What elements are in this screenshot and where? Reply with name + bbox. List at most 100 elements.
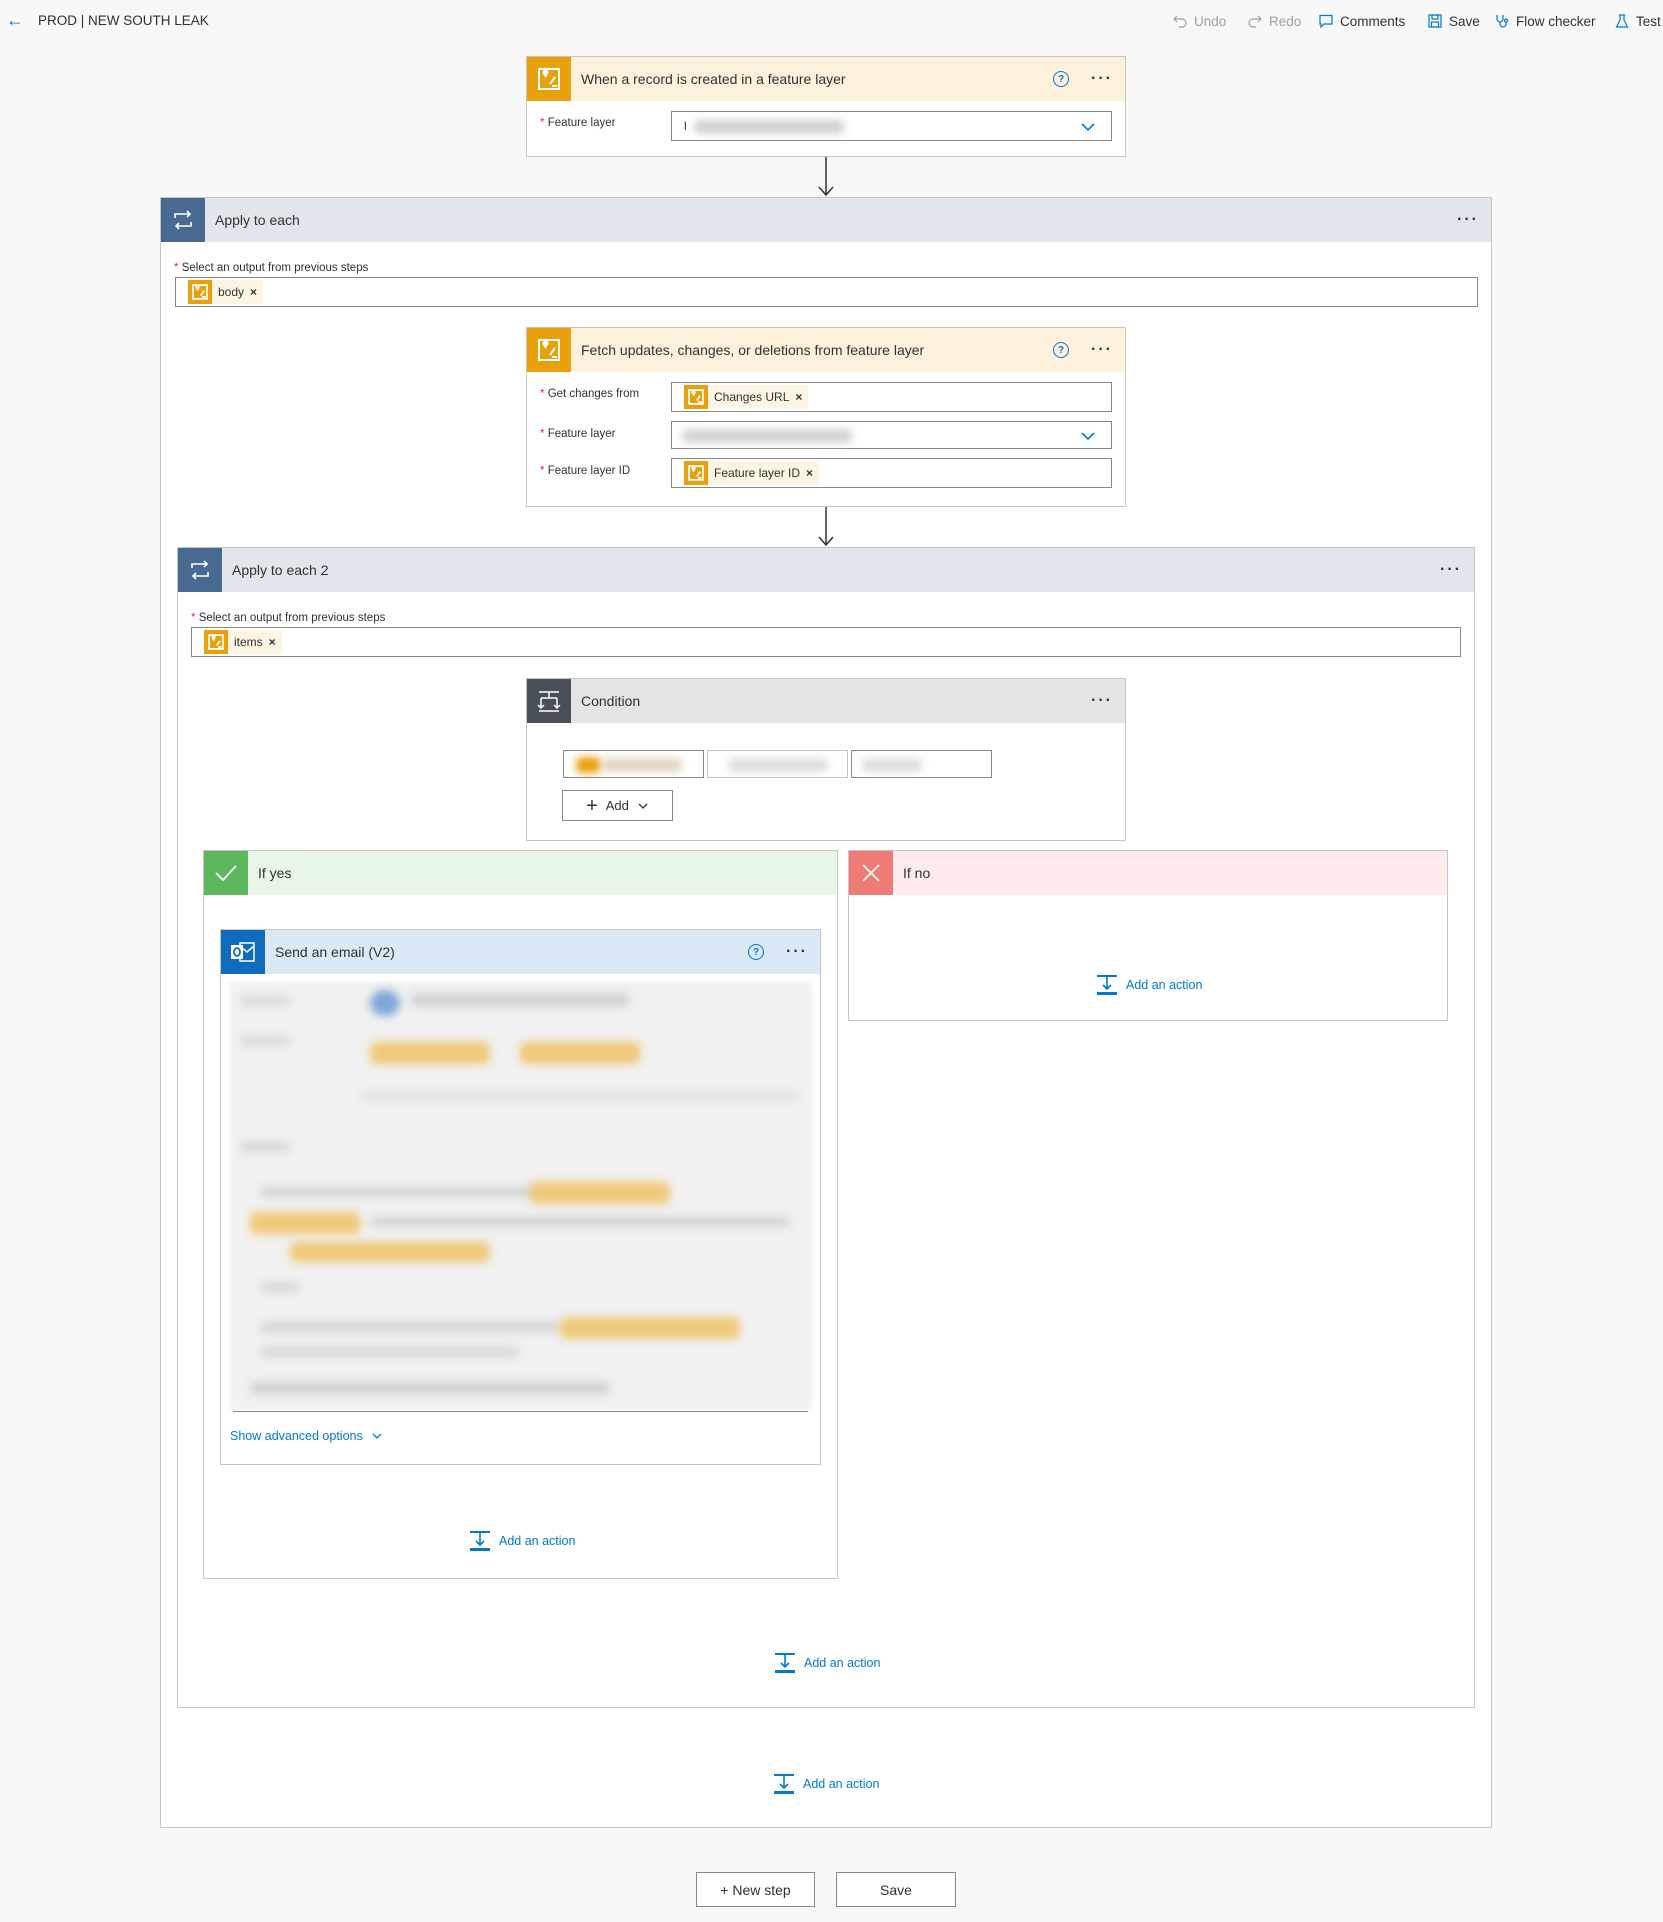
loop-icon xyxy=(161,198,205,242)
flow-checker-label: Flow checker xyxy=(1516,13,1596,29)
body-token[interactable]: body × xyxy=(188,280,264,304)
comments-button[interactable]: Comments xyxy=(1318,9,1405,33)
condition-left-operand[interactable] xyxy=(563,750,704,778)
feature-layer-id-token[interactable]: Feature layer ID × xyxy=(684,461,820,485)
undo-label: Undo xyxy=(1194,13,1227,29)
condition-header[interactable]: Condition ··· xyxy=(527,679,1125,723)
fetch-card-header[interactable]: Fetch updates, changes, or deletions fro… xyxy=(527,328,1125,372)
chevron-down-icon xyxy=(1081,123,1095,132)
apply-to-each-2-title: Apply to each 2 xyxy=(232,562,329,578)
add-action-label: Add an action xyxy=(499,1534,576,1548)
flow-checker-button[interactable]: Flow checker xyxy=(1494,9,1596,33)
more-options-icon[interactable]: ··· xyxy=(1440,562,1462,578)
select-output-label: * Select an output from previous steps xyxy=(191,612,386,624)
new-step-button[interactable]: + New step xyxy=(696,1872,815,1907)
loop-icon xyxy=(178,548,222,592)
add-action-button[interactable]: Add an action xyxy=(469,1530,575,1552)
items-token[interactable]: items × xyxy=(204,630,282,654)
connector-arrow xyxy=(818,157,834,197)
more-options-icon[interactable]: ··· xyxy=(786,944,808,960)
add-action-label: Add an action xyxy=(803,1777,880,1791)
trigger-card[interactable]: When a record is created in a feature la… xyxy=(526,56,1126,157)
changes-url-token[interactable]: Changes URL × xyxy=(684,385,809,409)
save-label: Save xyxy=(1449,13,1480,29)
redacted-value xyxy=(602,758,682,772)
more-options-icon[interactable]: ··· xyxy=(1457,212,1479,228)
show-advanced-options-link[interactable]: Show advanced options xyxy=(230,1429,383,1443)
apply-to-each-title: Apply to each xyxy=(215,212,300,228)
remove-token-icon[interactable]: × xyxy=(806,466,813,480)
undo-button[interactable]: Undo xyxy=(1172,9,1226,33)
token-label: Feature layer ID xyxy=(714,466,801,480)
select-output-label: * Select an output from previous steps xyxy=(174,262,369,274)
test-label: Test xyxy=(1636,13,1661,29)
condition-operator[interactable] xyxy=(707,750,848,778)
redo-button[interactable]: Redo xyxy=(1247,9,1301,33)
feature-layer-label: * Feature layer xyxy=(540,428,616,440)
trigger-card-header[interactable]: When a record is created in a feature la… xyxy=(527,57,1125,101)
remove-token-icon[interactable]: × xyxy=(269,635,276,649)
feature-layer-label: * Feature layer xyxy=(540,117,616,129)
if-yes-header: If yes xyxy=(204,851,837,895)
more-options-icon[interactable]: ··· xyxy=(1091,71,1113,87)
arcgis-icon xyxy=(684,461,708,485)
footer-save-button[interactable]: Save xyxy=(836,1872,956,1907)
condition-add-button[interactable]: + Add xyxy=(562,790,673,821)
flask-icon xyxy=(1615,14,1629,28)
redacted-value xyxy=(728,758,828,772)
send-email-card[interactable]: Send an email (V2) ? ··· Show advanced o… xyxy=(220,929,821,1465)
feature-layer-dropdown[interactable]: l xyxy=(671,111,1112,141)
add-action-icon xyxy=(775,1653,795,1673)
if-no-header: If no xyxy=(849,851,1447,895)
remove-token-icon[interactable]: × xyxy=(250,285,257,299)
select-output-input[interactable]: items × xyxy=(191,627,1461,657)
get-changes-input[interactable]: Changes URL × xyxy=(671,382,1112,412)
help-icon[interactable]: ? xyxy=(1053,71,1070,87)
chevron-down-icon xyxy=(638,803,648,809)
condition-card[interactable]: Condition ··· + Add xyxy=(526,678,1126,841)
test-button[interactable]: Test xyxy=(1614,9,1661,33)
add-action-button[interactable]: Add an action xyxy=(1096,974,1202,996)
send-email-header[interactable]: Send an email (V2) ? ··· xyxy=(221,930,820,974)
apply-to-each-2-header[interactable]: Apply to each 2 ··· xyxy=(178,548,1474,592)
remove-token-icon[interactable]: × xyxy=(795,390,802,404)
select-output-input[interactable]: body × xyxy=(175,277,1478,307)
show-advanced-label: Show advanced options xyxy=(230,1429,363,1443)
condition-right-operand[interactable] xyxy=(851,750,992,778)
fetch-card[interactable]: Fetch updates, changes, or deletions fro… xyxy=(526,327,1126,507)
save-button[interactable]: Save xyxy=(1427,9,1480,33)
feature-layer-id-input[interactable]: Feature layer ID × xyxy=(671,458,1112,488)
add-action-icon xyxy=(774,1774,794,1794)
more-options-icon[interactable]: ··· xyxy=(1091,342,1113,358)
redacted-value xyxy=(862,758,922,772)
redacted-token xyxy=(576,757,601,773)
stethoscope-icon xyxy=(1496,15,1509,28)
redacted-value xyxy=(682,429,852,443)
help-icon[interactable]: ? xyxy=(748,944,765,960)
chevron-down-icon xyxy=(372,1433,382,1439)
condition-icon xyxy=(527,679,571,723)
apply-to-each-header[interactable]: Apply to each ··· xyxy=(161,198,1491,242)
feature-layer-dropdown[interactable] xyxy=(671,421,1112,449)
comment-icon xyxy=(1319,14,1333,29)
divider xyxy=(233,1411,808,1412)
add-action-icon xyxy=(1097,975,1117,995)
checkmark-icon xyxy=(204,851,248,895)
token-label: body xyxy=(218,285,245,299)
token-label: items xyxy=(234,635,263,649)
add-action-button[interactable]: Add an action xyxy=(773,1773,879,1795)
add-action-button[interactable]: Add an action xyxy=(774,1652,880,1674)
help-icon[interactable]: ? xyxy=(1053,342,1070,358)
flow-title: PROD | NEW SOUTH LEAK xyxy=(38,13,209,28)
comments-label: Comments xyxy=(1340,13,1406,29)
if-no-branch[interactable]: If no Add an action xyxy=(848,850,1448,1021)
more-options-icon[interactable]: ··· xyxy=(1091,693,1113,709)
outlook-icon xyxy=(221,930,265,974)
chevron-down-icon xyxy=(1081,432,1095,441)
arcgis-icon xyxy=(527,57,571,101)
condition-title: Condition xyxy=(581,693,641,709)
undo-icon xyxy=(1173,15,1187,28)
add-label: Add xyxy=(605,798,629,813)
if-no-title: If no xyxy=(903,865,931,881)
back-arrow-icon[interactable]: ← xyxy=(4,10,26,30)
